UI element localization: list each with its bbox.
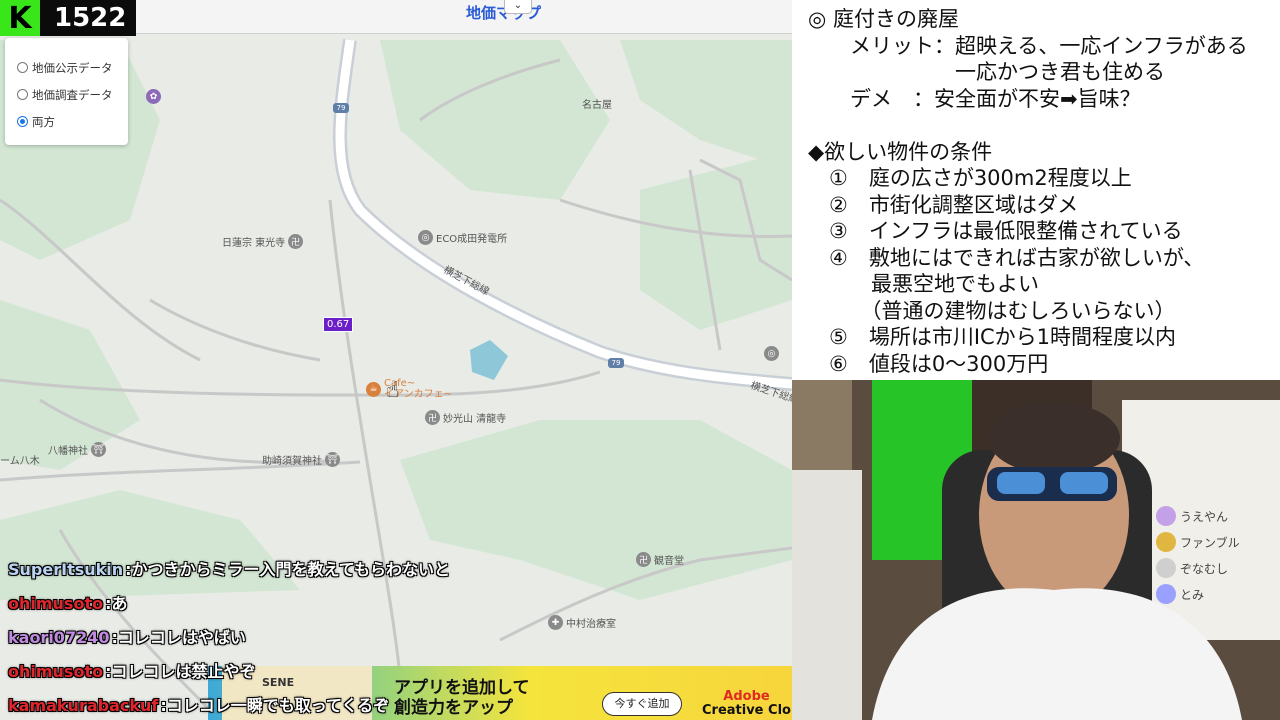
logo-icon: K bbox=[0, 0, 40, 36]
temple-icon: 卍 bbox=[636, 552, 651, 567]
poi-eco[interactable]: ◎ ECO成田発電所 bbox=[418, 230, 507, 245]
route-shield: 79 bbox=[333, 103, 349, 113]
radio-label: 地価公示データ bbox=[32, 60, 113, 75]
member-name: ぞなむし bbox=[1180, 561, 1229, 576]
place-label: ーム八木 bbox=[0, 456, 40, 467]
member-name: とみ bbox=[1180, 587, 1205, 602]
land-price-marker[interactable]: 0.67 bbox=[323, 317, 354, 332]
note-line: ③ インフラは最低限整備されている bbox=[808, 219, 1183, 243]
cam-member: とみ bbox=[1156, 584, 1204, 604]
cafe-icon: ☕ bbox=[366, 381, 381, 397]
chat-author: kaori07240 bbox=[8, 628, 110, 647]
avatar bbox=[1156, 506, 1176, 526]
place-icon: ◎ bbox=[764, 346, 779, 361]
ad-brand-name: Adobe bbox=[723, 689, 770, 704]
radio-button[interactable] bbox=[17, 89, 28, 100]
chat-message: SuperItsukin:かつきからミラー入門を教えてもらわないと bbox=[8, 560, 450, 579]
note-line: ② 市街化調整区域はダメ bbox=[808, 192, 1079, 217]
stream-screen: 79 79 横芝下総線 横芝下総線 名古屋 日蓮宗 東光寺卍 ◎ ECO成田発電所… bbox=[0, 0, 1280, 720]
chat-text: あ bbox=[111, 594, 128, 613]
poi-toko-temple[interactable]: 日蓮宗 東光寺卍 bbox=[222, 234, 304, 249]
radio-option-koji[interactable]: 地価公示データ bbox=[17, 54, 128, 81]
place-label: 観音堂 bbox=[654, 556, 684, 567]
note-line bbox=[808, 112, 1280, 139]
chat-message: ohimusoto:コレコレは禁止やぞ bbox=[8, 662, 256, 681]
radio-button[interactable] bbox=[17, 116, 28, 127]
note-line: 最悪空地でもよい bbox=[808, 272, 1039, 296]
route-shield: 79 bbox=[608, 358, 624, 368]
hand-cursor-icon: ☝ bbox=[386, 378, 400, 403]
poi-kannon[interactable]: 卍観音堂 bbox=[636, 552, 684, 567]
poi-edge[interactable]: ◎ bbox=[764, 346, 779, 361]
data-source-selector: 地価公示データ 地価調査データ 両方 bbox=[5, 38, 128, 145]
radio-option-chosa[interactable]: 地価調査データ bbox=[17, 81, 128, 108]
poi-cafe[interactable]: ☕ Cafe~ イアンカフェ~ bbox=[366, 378, 452, 400]
chevron-down-icon[interactable]: ⌄ bbox=[504, 0, 532, 14]
note-line: デメ ：安全面が不安➡旨味？ bbox=[808, 86, 1141, 111]
note-line: ① 庭の広さが300m2程度以上 bbox=[808, 166, 1132, 190]
attraction-icon: ✿ bbox=[146, 89, 161, 104]
poi-susaga[interactable]: 助崎須賀神社 ⛩ bbox=[262, 452, 340, 467]
chat-author: ohimusoto bbox=[8, 594, 104, 613]
power-plant-icon: ◎ bbox=[418, 230, 433, 245]
shrine-icon: ⛩ bbox=[325, 452, 340, 467]
poi-seiryu[interactable]: 卍妙光山 清龍寺 bbox=[425, 410, 506, 425]
notes-panel: ◎ 庭付きの廃屋 メリット：超映える、一応インフラがある 一応かつき君も住める … bbox=[792, 0, 1280, 380]
avatar bbox=[1156, 532, 1176, 552]
temple-icon: 卍 bbox=[288, 234, 304, 249]
chat-author: ohimusoto bbox=[8, 662, 104, 681]
chat-text: コレコレは禁止やぞ bbox=[111, 662, 256, 681]
radio-label: 地価調査データ bbox=[32, 87, 113, 102]
avatar bbox=[1156, 558, 1176, 578]
chat-author: SuperItsukin bbox=[8, 560, 124, 579]
note-line: メリット：超映える、一応インフラがある bbox=[808, 33, 1248, 58]
avatar bbox=[1156, 584, 1176, 604]
chat-message: kamakurabackuf:コレコレ一瞬でも取ってくるぞ bbox=[8, 696, 390, 715]
chat-message: ohimusoto:あ bbox=[8, 594, 128, 613]
chat-overlay: SuperItsukin:かつきからミラー入門を教えてもらわないと ohimus… bbox=[8, 556, 608, 720]
note-line: ④ 敷地にはできれば古家が欲しいが、 bbox=[808, 245, 1205, 270]
note-line: ⑤ 場所は市川ICから1時間程度以内 bbox=[808, 325, 1177, 349]
note-line: ◎ 庭付きの廃屋 bbox=[808, 7, 959, 31]
place-label: 八幡神社 bbox=[48, 446, 88, 457]
member-name: ファンブル bbox=[1180, 535, 1240, 550]
note-line: ⑥ 値段は0～300万円 bbox=[808, 351, 1049, 376]
cam-member: ぞなむし bbox=[1156, 558, 1228, 578]
radio-option-both[interactable]: 両方 bbox=[17, 108, 128, 135]
radio-button[interactable] bbox=[17, 62, 28, 73]
place-label: ECO成田発電所 bbox=[436, 234, 508, 245]
note-line: ◆欲しい物件の条件 bbox=[808, 139, 993, 164]
chat-message: kaori07240:コレコレはやばい bbox=[8, 628, 246, 647]
note-line: （普通の建物はむしろいらない） bbox=[808, 298, 1176, 323]
temple-icon: 卍 bbox=[425, 410, 440, 425]
chat-text: かつきからミラー入門を教えてもらわないと bbox=[131, 560, 450, 579]
ad-brand-product: Creative Clo bbox=[702, 703, 791, 718]
ad-cta-button[interactable]: 今すぐ追加 bbox=[602, 692, 682, 716]
note-line: 一応かつき君も住める bbox=[808, 60, 1165, 84]
viewer-badge: K 1522 bbox=[0, 0, 136, 36]
radio-label: 両方 bbox=[32, 114, 55, 129]
place-label: 名古屋 bbox=[582, 100, 612, 111]
cam-member: うえやん bbox=[1156, 506, 1228, 526]
place-label: 妙光山 清龍寺 bbox=[443, 414, 507, 425]
webcam-feed: うえやん ファンブル ぞなむし とみ bbox=[792, 380, 1280, 720]
member-name: うえやん bbox=[1180, 509, 1229, 524]
place-label: 助崎須賀神社 bbox=[262, 456, 322, 467]
place-label: 日蓮宗 東光寺 bbox=[222, 238, 286, 249]
chat-text: コレコレはやばい bbox=[117, 628, 246, 647]
chat-author: kamakurabackuf bbox=[8, 696, 159, 715]
cam-member: ファンブル bbox=[1156, 532, 1240, 552]
viewer-count: 1522 bbox=[54, 3, 127, 33]
chat-text: コレコレ一瞬でも取ってくるぞ bbox=[166, 696, 390, 715]
poi-hachiman[interactable]: 八幡神社 ⛩ bbox=[48, 442, 106, 457]
poi-purple[interactable]: ✿ bbox=[146, 89, 161, 104]
shrine-icon: ⛩ bbox=[91, 442, 106, 457]
ad-brand: Adobe Creative Clo bbox=[702, 690, 791, 718]
